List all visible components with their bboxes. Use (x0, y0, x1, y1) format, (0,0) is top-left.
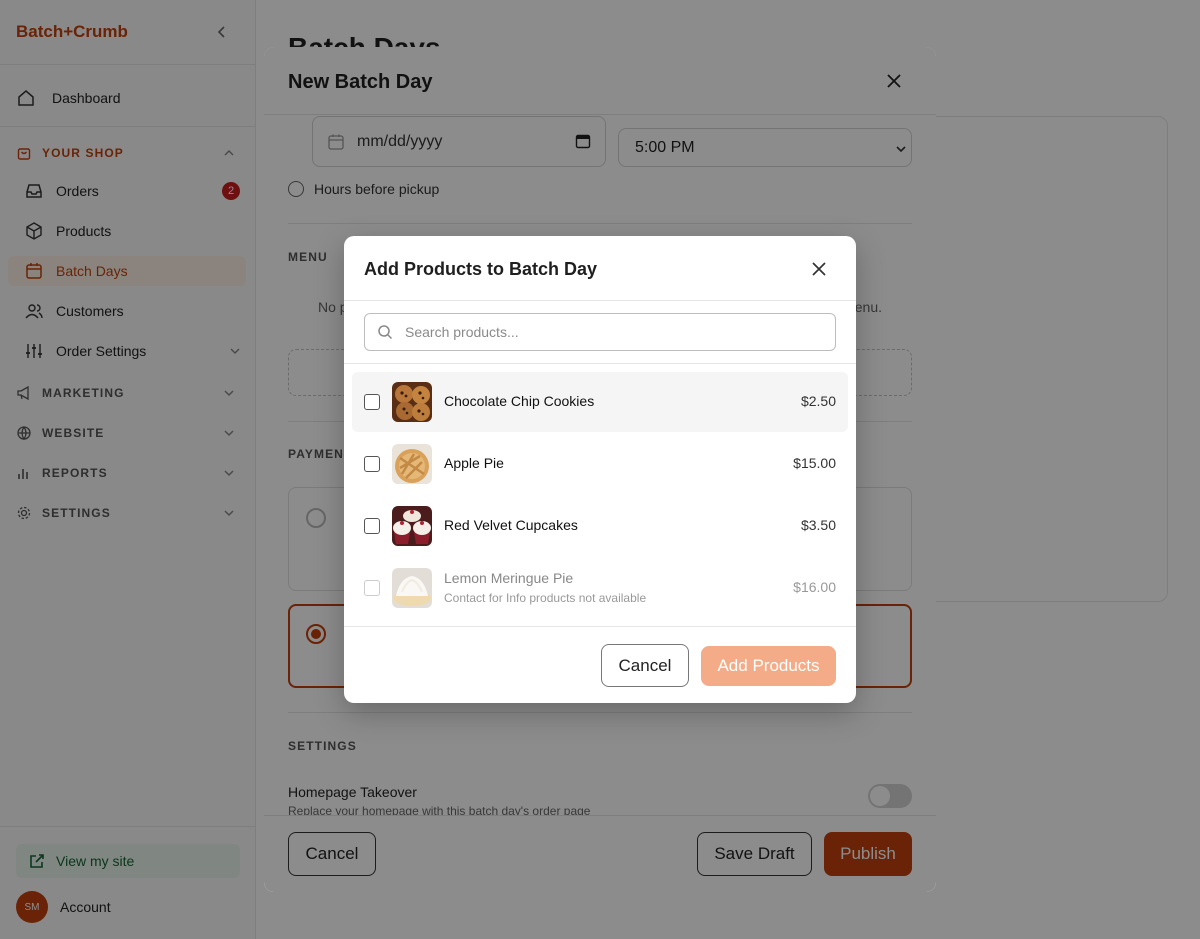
product-price: $15.00 (793, 455, 836, 471)
product-row[interactable]: Chocolate Chip Cookies $2.50 (352, 372, 848, 432)
product-row-unavailable: Lemon Meringue Pie Contact for Info prod… (352, 558, 848, 618)
product-name: Red Velvet Cupcakes (444, 517, 578, 533)
add-products-button[interactable]: Add Products (701, 646, 836, 686)
product-checkbox[interactable] (364, 518, 380, 534)
product-checkbox[interactable] (364, 456, 380, 472)
search-icon (378, 325, 393, 340)
product-price: $16.00 (793, 579, 836, 595)
product-price: $3.50 (800, 517, 836, 533)
product-checkbox[interactable] (364, 394, 380, 410)
product-row[interactable]: Apple Pie $15.00 (352, 434, 848, 494)
product-name: Chocolate Chip Cookies (444, 393, 595, 409)
product-thumbnail (392, 444, 432, 484)
modal-header: Add Products to Batch Day (344, 236, 856, 301)
product-checkbox-disabled (364, 580, 380, 596)
product-name: Apple Pie (444, 455, 504, 471)
product-name: Lemon Meringue Pie (444, 570, 574, 586)
modal-title: Add Products to Batch Day (364, 259, 598, 279)
product-thumbnail (392, 382, 432, 422)
product-unavailable-note: Contact for Info products not available (444, 591, 647, 605)
add-products-modal: Add Products to Batch Day Search product… (344, 236, 856, 703)
cancel-button[interactable]: Cancel (601, 644, 689, 687)
product-thumbnail (392, 568, 432, 608)
product-thumbnail (392, 506, 432, 546)
search-placeholder: Search products... (405, 324, 519, 340)
product-row[interactable]: Red Velvet Cupcakes $3.50 (352, 496, 848, 556)
search-input[interactable]: Search products... (364, 313, 836, 351)
modal-footer: Cancel Add Products (344, 626, 856, 703)
product-price: $2.50 (800, 393, 836, 409)
divider (344, 363, 856, 364)
close-icon[interactable] (810, 260, 828, 278)
